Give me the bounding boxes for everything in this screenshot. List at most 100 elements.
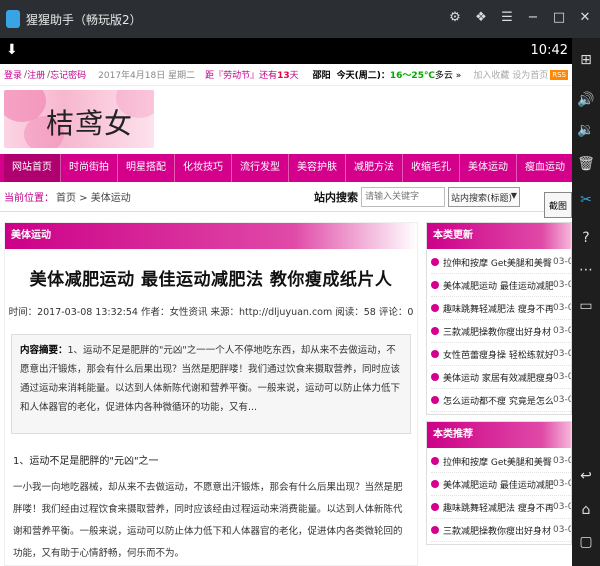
- home-icon[interactable]: ⌂: [576, 500, 596, 520]
- list-item-title[interactable]: 趣味跳舞轻减肥法 瘦身不再: [443, 501, 553, 514]
- list-item[interactable]: 趣味跳舞轻减肥法 瘦身不再03-08: [431, 496, 571, 519]
- breadcrumb[interactable]: 首页 > 美体运动: [56, 189, 131, 204]
- site-logo-text: 桔鸢女性: [46, 107, 134, 148]
- list-item[interactable]: 美体减肥运动 最佳运动减肥03-08: [431, 274, 571, 297]
- list-item-title[interactable]: 女性芭蕾瘦身操 轻松练就好: [443, 348, 553, 361]
- article-column: 美体运动 美体减肥运动 最佳运动减肥法 教你瘦成纸片人 时间：2017-03-0…: [4, 222, 418, 566]
- bullet-icon: [431, 503, 439, 511]
- back-icon[interactable]: ↩: [576, 466, 596, 486]
- volume-down-icon[interactable]: 🔉: [576, 120, 596, 140]
- list-item-date: 03-08: [553, 280, 571, 290]
- content-area: 美体运动 美体减肥运动 最佳运动减肥法 教你瘦成纸片人 时间：2017-03-0…: [0, 222, 572, 566]
- list-item[interactable]: 拉伸和按摩 Get美腿和美臀03-09: [431, 450, 571, 473]
- bullet-icon: [431, 304, 439, 312]
- article-summary: 内容摘要：1、运动不足是肥胖的"元凶"之一一个人不停地吃东西，却从来不去做运动，…: [11, 334, 411, 434]
- article-title: 美体减肥运动 最佳运动减肥法 教你瘦成纸片人: [29, 270, 393, 290]
- list-item-title[interactable]: 趣味跳舞轻减肥法 瘦身不再: [443, 302, 553, 315]
- help-icon[interactable]: ?: [576, 228, 596, 248]
- window-title: 猩猩助手（畅玩版2）: [26, 12, 142, 27]
- weather-city: 邵阳: [312, 71, 331, 81]
- article-subheading: 1、运动不足是肥胖的"元凶"之一: [13, 456, 159, 467]
- register-link[interactable]: 注册: [27, 68, 45, 81]
- list-item-title[interactable]: 美体减肥运动 最佳运动减肥: [443, 279, 553, 292]
- recent-apps-icon[interactable]: ▢: [576, 532, 596, 552]
- volume-up-icon[interactable]: 🔊: [576, 90, 596, 110]
- list-item[interactable]: 趣味跳舞轻减肥法 瘦身不再03-08: [431, 297, 571, 320]
- minimize-icon[interactable]: −: [524, 9, 542, 27]
- list-item-date: 03-08: [553, 502, 571, 512]
- list-item-title[interactable]: 怎么运动都不瘦 究竟是怎么: [443, 394, 553, 407]
- section-header: 美体运动: [5, 223, 417, 249]
- list-item-title[interactable]: 美体减肥运动 最佳运动减肥: [443, 478, 553, 491]
- rss-badge-icon[interactable]: RSS: [550, 69, 568, 80]
- download-icon: ⬇: [6, 42, 18, 58]
- nav-item[interactable]: 流行发型: [232, 154, 289, 182]
- login-link[interactable]: 登录: [4, 68, 22, 81]
- gift-icon[interactable]: ❖: [472, 9, 490, 27]
- list-item-date: 03-07: [553, 525, 571, 535]
- settings-icon[interactable]: ⚙: [446, 9, 464, 27]
- clear-cache-icon[interactable]: 🗑: [576, 154, 596, 174]
- nav-item[interactable]: 减肥方法: [346, 154, 403, 182]
- search-title: 站内搜索: [314, 191, 358, 204]
- nav-item[interactable]: 美体运动: [460, 154, 517, 182]
- list-item[interactable]: 美体减肥运动 最佳运动减肥03-08: [431, 473, 571, 496]
- close-icon[interactable]: ✕: [576, 9, 594, 27]
- location-label: 当前位置：: [4, 193, 54, 204]
- list-item[interactable]: 怎么运动都不瘦 究竟是怎么03-06: [431, 389, 571, 412]
- emulator-titlebar: 猩猩助手（畅玩版2） ⚙ ❖ ☰ − □ ✕: [0, 0, 600, 38]
- multiwindow-icon[interactable]: ▭: [576, 296, 596, 316]
- search-input[interactable]: [361, 187, 445, 207]
- nav-item[interactable]: 明星搭配: [118, 154, 175, 182]
- forgot-password-link[interactable]: 忘记密码: [50, 68, 86, 81]
- latest-list: 拉伸和按摩 Get美腿和美臀03-09美体减肥运动 最佳运动减肥03-08趣味跳…: [427, 249, 571, 414]
- site-logo[interactable]: 桔鸢女性: [4, 90, 154, 148]
- bullet-icon: [431, 396, 439, 404]
- favorite-home-links[interactable]: 加入收藏 设为首页: [473, 68, 548, 81]
- nav-item[interactable]: 时尚街拍: [61, 154, 118, 182]
- list-item-title[interactable]: 三款减肥操教你瘦出好身材: [443, 524, 553, 537]
- holiday-suffix: 天: [289, 71, 299, 81]
- holiday-countdown: 距『劳动节』还有13天: [205, 68, 299, 81]
- list-item-title[interactable]: 三款减肥操教你瘦出好身材: [443, 325, 553, 338]
- nav-item[interactable]: 化妆技巧: [175, 154, 232, 182]
- weather-temp: 16～25℃: [389, 71, 435, 81]
- list-item[interactable]: 美体运动 家居有效减肥瘦身03-06: [431, 366, 571, 389]
- screenshot-tooltip: 截图: [544, 192, 572, 218]
- bullet-icon: [431, 480, 439, 488]
- list-item-date: 03-08: [553, 479, 571, 489]
- search-type-value: 站内搜索(标题): [451, 194, 513, 204]
- list-item-date: 03-07: [553, 326, 571, 336]
- sidebar: 本类更新 拉伸和按摩 Get美腿和美臀03-09美体减肥运动 最佳运动减肥03-…: [426, 222, 572, 566]
- nav-item[interactable]: 瘦血运动: [517, 154, 572, 182]
- list-item-date: 03-08: [553, 303, 571, 313]
- web-page: 登录 / 注册 / 忘记密码 2017年4月18日 星期二 距『劳动节』还有13天 …: [0, 64, 572, 566]
- list-item[interactable]: 女性芭蕾瘦身操 轻松练就好03-07: [431, 343, 571, 366]
- bullet-icon: [431, 258, 439, 266]
- weather-info: 今天(周二)：16～25℃多云 »: [337, 68, 462, 81]
- status-time: 10:42: [530, 43, 568, 58]
- bullet-icon: [431, 327, 439, 335]
- weather-label: 今天(周二)：: [336, 71, 390, 81]
- list-item-title[interactable]: 美体运动 家居有效减肥瘦身: [443, 371, 553, 384]
- maximize-icon[interactable]: □: [550, 9, 568, 27]
- list-item[interactable]: 拉伸和按摩 Get美腿和美臀03-09: [431, 251, 571, 274]
- nav-item[interactable]: 收缩毛孔: [403, 154, 460, 182]
- screenshot-scissors-icon[interactable]: ✂: [576, 190, 596, 210]
- menu-icon[interactable]: ☰: [498, 9, 516, 27]
- nav-item[interactable]: 美容护肤: [289, 154, 346, 182]
- list-item-title[interactable]: 拉伸和按摩 Get美腿和美臀: [443, 455, 553, 468]
- bullet-icon: [431, 526, 439, 534]
- more-icon[interactable]: ⋯: [576, 260, 596, 280]
- list-item[interactable]: 三款减肥操教你瘦出好身材03-07: [431, 519, 571, 542]
- nav-item[interactable]: 网站首页: [4, 154, 61, 182]
- search-type-select[interactable]: 站内搜索(标题) ▼: [448, 187, 520, 207]
- list-item-title[interactable]: 拉伸和按摩 Get美腿和美臀: [443, 256, 553, 269]
- weather-desc[interactable]: 多云 »: [435, 71, 461, 81]
- list-item-date: 03-06: [553, 395, 571, 405]
- apk-install-icon[interactable]: ⊞: [576, 50, 596, 70]
- list-item[interactable]: 三款减肥操教你瘦出好身材03-07: [431, 320, 571, 343]
- latest-box: 本类更新 拉伸和按摩 Get美腿和美臀03-09美体减肥运动 最佳运动减肥03-…: [426, 222, 572, 415]
- summary-label: 内容摘要：: [20, 345, 68, 356]
- summary-text: 1、运动不足是肥胖的"元凶"之一一个人不停地吃东西，却从来不去做运动，不愿意出汗…: [20, 345, 401, 413]
